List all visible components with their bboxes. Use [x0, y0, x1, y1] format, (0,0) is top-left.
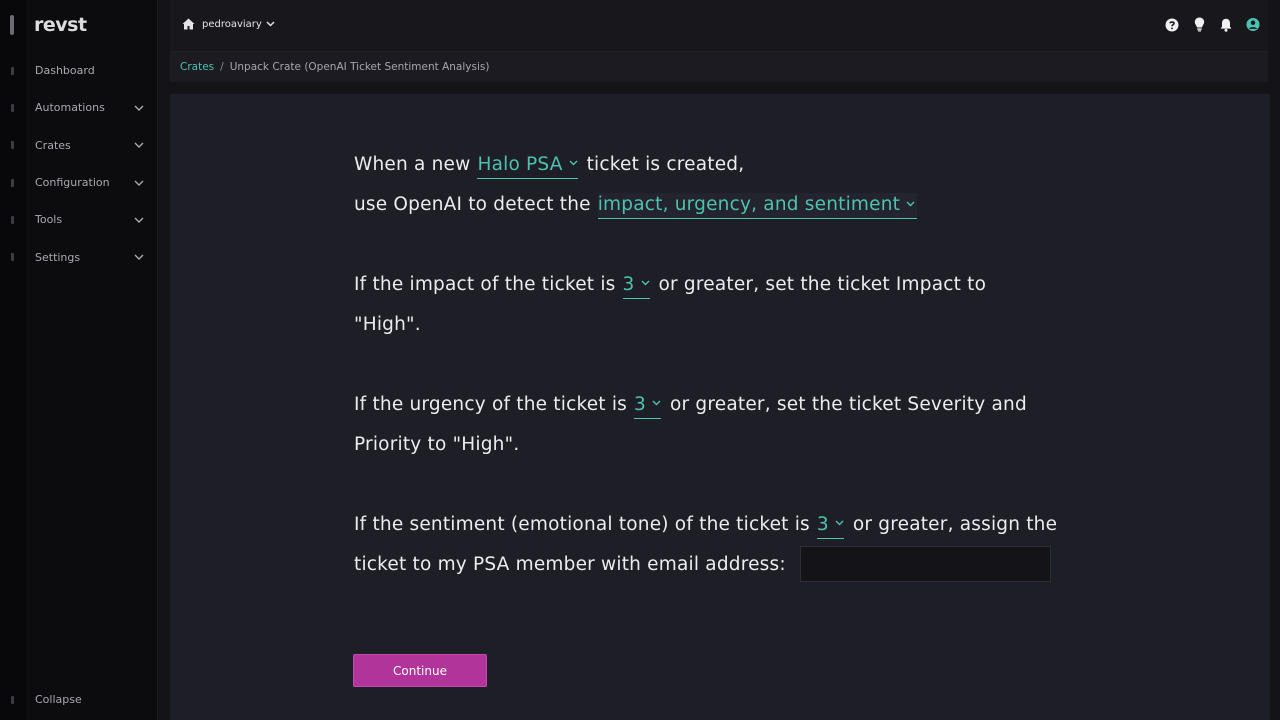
- lightbulb-icon[interactable]: [1192, 17, 1206, 32]
- form-text: use OpenAI to detect the: [354, 193, 591, 215]
- sidebar-item-crates[interactable]: Crates: [0, 127, 158, 164]
- sidebar-item-label: Settings: [35, 250, 81, 264]
- tools-icon: [11, 215, 14, 224]
- form-text: ticket is created,: [586, 153, 745, 175]
- automations-icon: [11, 103, 14, 112]
- sidebar-item-dashboard[interactable]: Dashboard: [0, 52, 158, 89]
- sidebar-nav: Dashboard Automations Crates Configurati…: [0, 52, 158, 276]
- chevron-down-icon: [134, 215, 144, 225]
- form-line: When a new Halo PSA ticket is created,: [354, 144, 1114, 184]
- form-text: or greater, set the ticket Impact to: [658, 273, 987, 295]
- topbar: pedroaviary: [170, 0, 1268, 52]
- breadcrumb-current: Unpack Crate (OpenAI Ticket Sentiment An…: [229, 61, 490, 73]
- breadcrumb-link-crates[interactable]: Crates: [180, 61, 214, 73]
- sidebar: revst Dashboard Automations Crates Confi…: [0, 0, 158, 720]
- sidebar-item-label: Crates: [35, 138, 71, 152]
- dashboard-icon: [11, 66, 14, 75]
- sidebar-item-label: Dashboard: [35, 64, 95, 78]
- form-text: If the sentiment (emotional tone) of the…: [354, 513, 810, 535]
- sentiment-threshold-select[interactable]: 3: [816, 513, 844, 539]
- form-line: ticket to my PSA member with email addre…: [354, 544, 1114, 584]
- user-icon[interactable]: [1246, 17, 1260, 32]
- form-text: or greater, assign the: [852, 513, 1058, 535]
- form-line: use OpenAI to detect the impact, urgency…: [354, 184, 1114, 224]
- settings-icon: [11, 253, 14, 262]
- sidebar-item-automations[interactable]: Automations: [0, 89, 158, 126]
- chevron-down-icon: [641, 280, 650, 286]
- breadcrumb-separator: /: [220, 61, 224, 73]
- form-line: If the impact of the ticket is 3 or grea…: [354, 264, 1114, 304]
- help-icon[interactable]: [1165, 17, 1179, 32]
- collapse-icon: [11, 696, 14, 704]
- chevron-down-icon: [266, 21, 275, 27]
- form-text: "High".: [354, 313, 421, 335]
- logo-mark: [10, 15, 14, 35]
- form-text: If the impact of the ticket is: [354, 273, 616, 295]
- sidebar-item-configuration[interactable]: Configuration: [0, 164, 158, 201]
- form-line: Priority to "High".: [354, 424, 1114, 464]
- sidebar-item-tools[interactable]: Tools: [0, 201, 158, 238]
- logo-text: revst: [34, 14, 87, 36]
- urgency-threshold-value: 3: [634, 393, 646, 415]
- house-icon: [182, 18, 195, 30]
- detect-select[interactable]: impact, urgency, and sentiment: [597, 193, 918, 219]
- org-switcher[interactable]: pedroaviary: [182, 18, 275, 30]
- breadcrumb: Crates / Unpack Crate (OpenAI Ticket Sen…: [170, 52, 1268, 82]
- bell-icon[interactable]: [1219, 17, 1233, 32]
- topbar-actions: [1165, 17, 1260, 32]
- chevron-down-icon: [134, 140, 144, 150]
- chevron-down-icon: [134, 178, 144, 188]
- window-edge: [1270, 0, 1280, 720]
- chevron-down-icon: [134, 103, 144, 113]
- collapse-button[interactable]: Collapse: [0, 693, 158, 706]
- sentiment-threshold-value: 3: [816, 513, 829, 535]
- form-text: When a new: [354, 153, 471, 175]
- form-text: Priority to "High".: [354, 433, 520, 455]
- form-line: If the urgency of the ticket is 3 or gre…: [354, 384, 1114, 424]
- crate-config-form: When a new Halo PSA ticket is created, u…: [354, 144, 1114, 584]
- org-name: pedroaviary: [202, 18, 262, 30]
- sidebar-item-label: Automations: [35, 101, 105, 115]
- psa-select-value: Halo PSA: [477, 153, 563, 175]
- psa-select[interactable]: Halo PSA: [477, 153, 578, 179]
- continue-button[interactable]: Continue: [353, 654, 487, 687]
- impact-threshold-select[interactable]: 3: [622, 273, 650, 299]
- form-text: ticket to my PSA member with email addre…: [354, 553, 786, 575]
- sidebar-item-label: Configuration: [35, 176, 110, 190]
- impact-threshold-value: 3: [622, 273, 635, 295]
- chevron-down-icon: [569, 160, 578, 166]
- chevron-down-icon: [906, 201, 915, 207]
- form-line: "High".: [354, 304, 1114, 344]
- sidebar-item-settings[interactable]: Settings: [0, 238, 158, 275]
- logo[interactable]: revst: [10, 14, 87, 36]
- urgency-threshold-select[interactable]: 3: [634, 394, 661, 419]
- chevron-down-icon: [835, 520, 844, 526]
- email-field[interactable]: [799, 546, 1051, 582]
- form-text: or greater, set the ticket Severity and: [670, 393, 1027, 415]
- detect-select-value: impact, urgency, and sentiment: [597, 194, 901, 215]
- collapse-label: Collapse: [35, 693, 82, 706]
- chevron-down-icon: [134, 252, 144, 262]
- crates-icon: [11, 141, 14, 150]
- configuration-icon: [11, 178, 14, 187]
- form-text: If the urgency of the ticket is: [354, 393, 628, 415]
- sidebar-item-label: Tools: [35, 213, 63, 227]
- main-panel: When a new Halo PSA ticket is created, u…: [170, 94, 1270, 720]
- form-line: If the sentiment (emotional tone) of the…: [354, 504, 1114, 544]
- chevron-down-icon: [652, 400, 661, 406]
